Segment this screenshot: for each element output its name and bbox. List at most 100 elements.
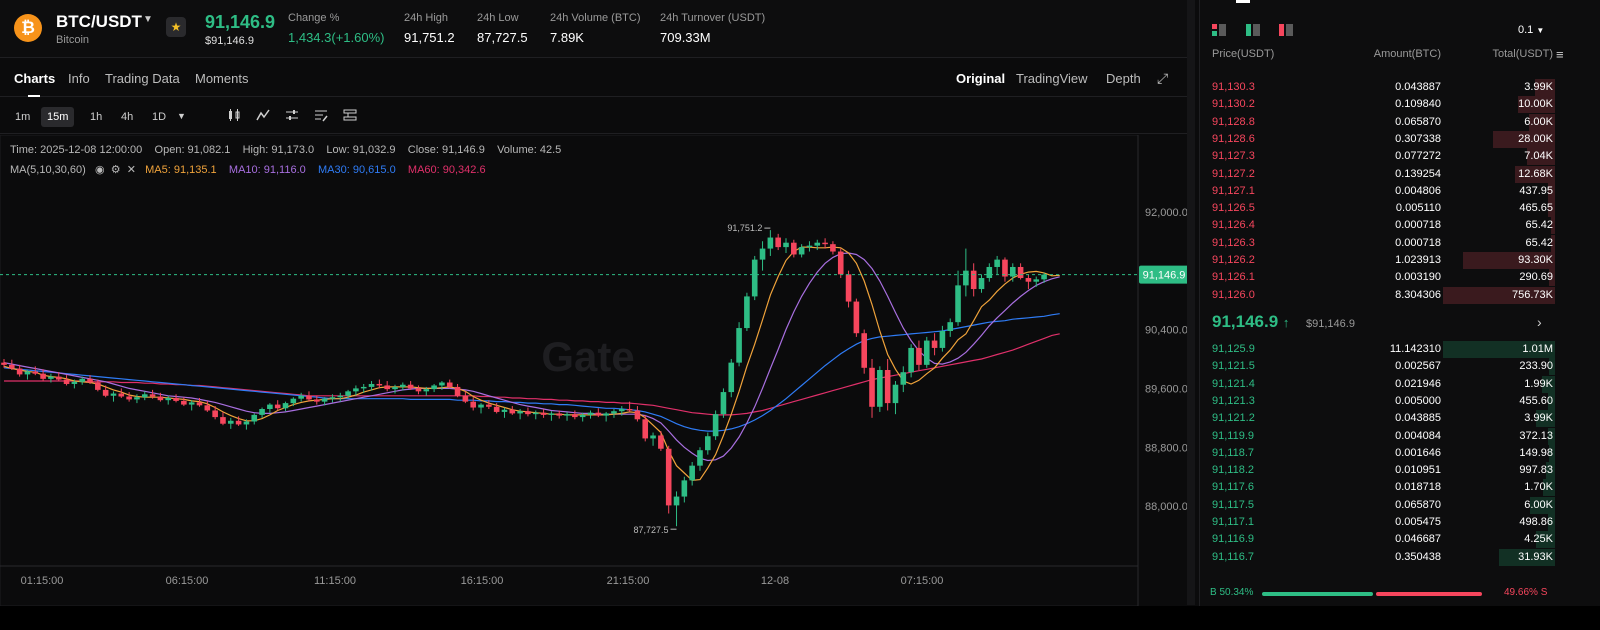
tab-moments[interactable]: Moments [195, 71, 248, 86]
candle-body [212, 410, 218, 418]
y-tick-label: 89,600.0 [1145, 383, 1188, 395]
eye-icon[interactable]: ◉ [95, 164, 105, 176]
timeframe-15m[interactable]: 15m [41, 107, 75, 127]
candle-body [470, 401, 476, 408]
tab-tradingview[interactable]: TradingView [1016, 71, 1088, 86]
ma5-value: MA5: 91,135.1 [145, 164, 217, 176]
candle-body [321, 398, 328, 402]
ask-row[interactable]: 91,126.1 0.003190 290.69 [1200, 269, 1600, 287]
bid-row[interactable]: 91,121.4 0.021946 1.99K [1200, 375, 1600, 393]
ask-row[interactable]: 91,127.2 0.139254 12.68K [1200, 165, 1600, 183]
bid-total: 3.99K [1524, 412, 1553, 425]
last-price: 91,146.9 [205, 12, 276, 32]
bid-row[interactable]: 91,117.6 0.018718 1.70K [1200, 479, 1600, 497]
tab-info[interactable]: Info [68, 71, 90, 86]
ask-row[interactable]: 91,126.5 0.005110 465.65 [1200, 200, 1600, 218]
settings-gear-icon[interactable]: ⚙ [111, 164, 121, 176]
candle-body [869, 367, 875, 407]
favorite-star-icon[interactable]: ★ [166, 17, 186, 37]
x-tick-label: 11:15:00 [314, 575, 356, 587]
bid-row[interactable]: 91,116.9 0.046687 4.25K [1200, 531, 1600, 549]
candle-body [134, 397, 140, 400]
close-icon[interactable]: ✕ [127, 164, 136, 176]
precision-select[interactable]: 0.1 ▼ [1518, 24, 1544, 36]
candle-body [407, 384, 414, 389]
candle[interactable] [751, 255, 758, 301]
ask-row[interactable]: 91,127.3 0.077272 7.04K [1200, 148, 1600, 166]
ma-info-line: MA(5,10,30,60) ◉ ⚙ ✕ MA5: 91,135.1 MA10:… [10, 163, 486, 176]
bid-row[interactable]: 91,121.3 0.005000 455.60 [1200, 392, 1600, 410]
ask-row[interactable]: 91,130.3 0.043887 3.99K [1200, 79, 1600, 96]
menu-lines-icon[interactable]: ≡ [1556, 47, 1564, 62]
chevron-down-icon[interactable]: ▼ [143, 14, 153, 25]
ask-row[interactable]: 91,126.3 0.000718 65.42 [1200, 234, 1600, 252]
ask-amount: 0.000718 [1395, 219, 1441, 232]
tab-charts[interactable]: Charts [14, 71, 55, 86]
candle[interactable] [720, 388, 727, 418]
ask-row[interactable]: 91,126.4 0.000718 65.42 [1200, 217, 1600, 235]
pair-selector[interactable]: BTC/USDT [56, 12, 142, 32]
ask-row[interactable]: 91,128.8 0.065870 6.00K [1200, 113, 1600, 131]
bid-row[interactable]: 91,119.9 0.004084 372.13 [1200, 427, 1600, 445]
bid-price: 91,116.7 [1212, 550, 1255, 563]
both-sides-icon[interactable] [1212, 24, 1226, 36]
ask-row[interactable]: 91,126.0 8.304306 756.73K [1200, 286, 1600, 304]
timeframe-1h[interactable]: 1h [84, 107, 108, 127]
timeframe-1m[interactable]: 1m [9, 107, 36, 127]
bid-row[interactable]: 91,118.2 0.010951 997.83 [1200, 462, 1600, 480]
bid-row[interactable]: 91,121.2 0.043885 3.99K [1200, 410, 1600, 428]
candle-body [877, 370, 883, 407]
bids-only-icon[interactable] [1246, 24, 1260, 36]
tab-depth[interactable]: Depth [1106, 71, 1141, 86]
candle[interactable] [923, 336, 930, 368]
ask-row[interactable]: 91,126.2 1.023913 93.30K [1200, 252, 1600, 269]
candle-body [87, 378, 93, 383]
bid-total: 1.01M [1522, 343, 1553, 355]
ask-price: 91,127.1 [1212, 184, 1255, 197]
layout-icon[interactable] [343, 108, 357, 125]
candle[interactable] [712, 410, 719, 440]
ask-row[interactable]: 91,127.1 0.004806 437.95 [1200, 182, 1600, 200]
ask-price: 91,128.8 [1212, 115, 1255, 128]
candle[interactable] [728, 358, 735, 398]
bid-row[interactable]: 91,116.7 0.350438 31.93K [1200, 548, 1600, 566]
candle[interactable] [877, 366, 883, 412]
chevron-right-icon[interactable]: › [1537, 314, 1542, 330]
bid-row[interactable]: 91,125.9 11.142310 1.01M [1200, 341, 1600, 358]
buy-ratio-label: B 50.34% [1210, 587, 1254, 598]
bid-row[interactable]: 91,118.7 0.001646 149.98 [1200, 444, 1600, 462]
candle-body [892, 384, 899, 404]
mid-price-row: 91,146.9 ↑ $91,146.9 › [1200, 308, 1600, 338]
bid-row[interactable]: 91,117.5 0.065870 6.00K [1200, 496, 1600, 514]
candle[interactable] [744, 292, 750, 331]
candle[interactable] [837, 248, 844, 279]
tab-original[interactable]: Original [956, 71, 1005, 86]
drawing-tools-icon[interactable] [314, 108, 328, 125]
candle[interactable] [736, 322, 742, 367]
col-total: Total(USDT) [1492, 48, 1553, 60]
chart-scrollbar[interactable] [1187, 0, 1195, 605]
chevron-down-icon[interactable]: ▼ [177, 111, 186, 121]
fullscreen-icon[interactable]: ⤢ [1157, 70, 1168, 87]
asks-only-icon[interactable] [1279, 24, 1293, 36]
bid-row[interactable]: 91,117.1 0.005475 498.86 [1200, 514, 1600, 531]
ask-row[interactable]: 91,128.6 0.307338 28.00K [1200, 130, 1600, 148]
candle-body [157, 396, 164, 401]
bid-price: 91,116.9 [1212, 533, 1255, 546]
bid-row[interactable]: 91,121.5 0.002567 233.90 [1200, 358, 1600, 376]
indicators-icon[interactable] [256, 108, 270, 125]
candle[interactable] [853, 298, 860, 337]
bid-total: 1.70K [1524, 481, 1553, 494]
timeframe-4h[interactable]: 4h [115, 107, 139, 127]
ask-row[interactable]: 91,130.2 0.109840 10.00K [1200, 96, 1600, 114]
candle[interactable] [665, 445, 672, 514]
candlestick-chart[interactable]: Gate 91,751.2 87,727.5 92,000.0 90,400.0 89… [0, 135, 1195, 606]
candle-body [540, 412, 547, 415]
settings-sliders-icon[interactable] [285, 108, 299, 125]
candle-type-icon[interactable] [227, 108, 241, 125]
candle-body [814, 242, 821, 246]
tab-trading-data[interactable]: Trading Data [105, 71, 180, 86]
candle[interactable] [861, 329, 867, 374]
candle-body [118, 393, 125, 397]
timeframe-1d[interactable]: 1D [146, 107, 172, 127]
